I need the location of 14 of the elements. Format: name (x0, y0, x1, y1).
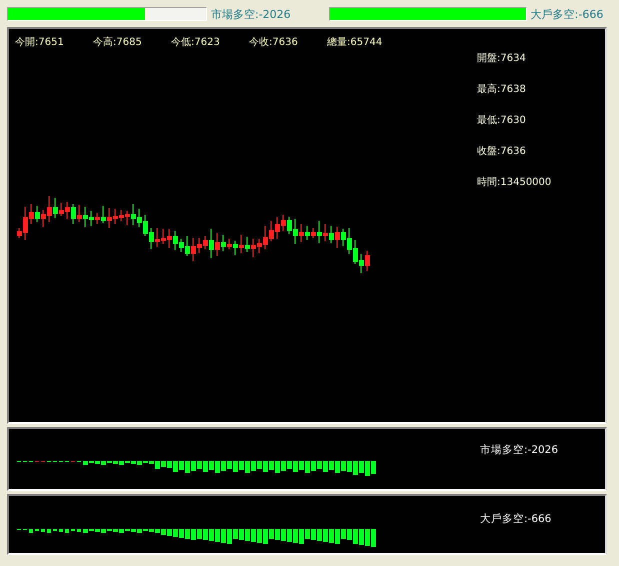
bar-label: 市場多空:-2026 (211, 6, 291, 22)
detail-text: 最高:7638 (477, 82, 527, 96)
detail-text: 時間:13450000 (477, 176, 552, 189)
stat-text: 今高:7685 (93, 36, 143, 49)
detail-text: 開盤:7634 (477, 52, 527, 65)
stat-text: 今收:7636 (249, 36, 299, 49)
detail-text: 收盤:7636 (477, 145, 527, 158)
stat-text: 總量:65744 (327, 36, 384, 49)
chart-label: 市場多空:-2026 (480, 443, 558, 457)
chart-label: 大戶多空:-666 (480, 512, 552, 526)
stat-text: 今開:7651 (15, 36, 65, 49)
stat-text: 今低:7623 (171, 36, 221, 49)
bar-label: 大戶多空:-666 (530, 6, 604, 22)
detail-text: 最低:7630 (477, 114, 527, 127)
